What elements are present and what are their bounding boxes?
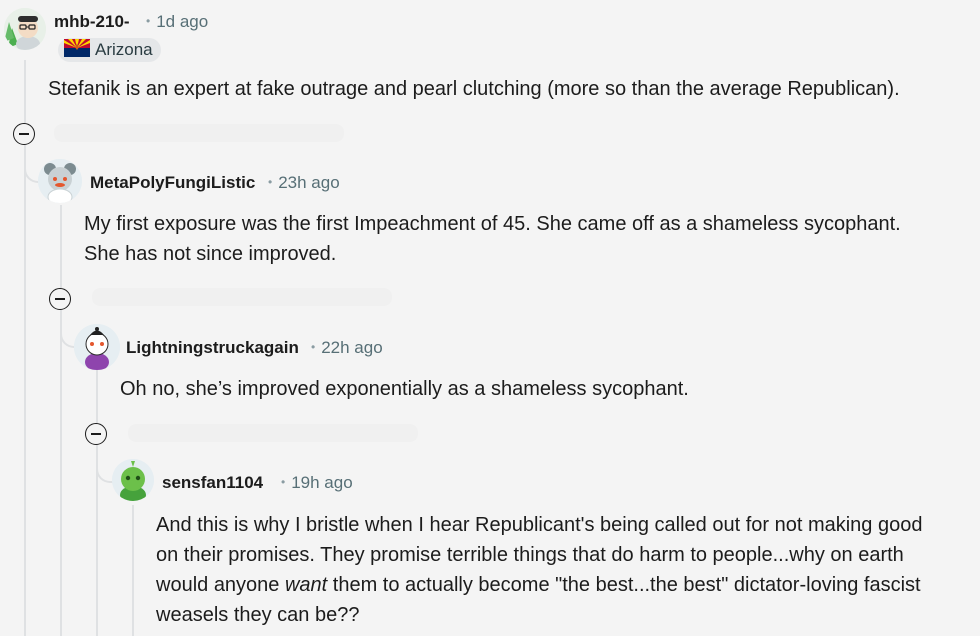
thread-line-level-2[interactable] — [96, 370, 98, 636]
comment-timestamp[interactable]: • 19h ago — [281, 473, 353, 493]
flair-label: Arizona — [95, 40, 153, 59]
comment-timestamp[interactable]: • 23h ago — [268, 173, 340, 193]
avatar[interactable] — [4, 8, 46, 50]
separator-dot: • — [268, 175, 273, 189]
comment-username[interactable]: MetaPolyFungiListic — [90, 173, 255, 193]
minus-circle-icon — [91, 433, 101, 435]
user-flair: Arizona — [58, 38, 161, 62]
faded-action-bar — [92, 288, 392, 306]
comment-timestamp[interactable]: • 22h ago — [311, 338, 383, 358]
faded-action-bar — [54, 124, 344, 142]
thread-line-level-1[interactable] — [60, 205, 62, 636]
avatar[interactable] — [74, 324, 120, 370]
separator-dot: • — [311, 340, 316, 354]
comment-body-line: And this is why I bristle when I hear Re… — [156, 514, 923, 536]
minus-circle-icon — [55, 298, 65, 300]
comment-body: My first exposure was the first Impeachm… — [84, 209, 974, 269]
comment-body: And this is why I bristle when I hear Re… — [156, 510, 976, 630]
comment-body: Oh no, she’s improved exponentially as a… — [120, 378, 689, 400]
thread-line-level-0[interactable] — [24, 60, 26, 636]
comment-username[interactable]: mhb-210- — [54, 12, 130, 32]
comment-body: Stefanik is an expert at fake outrage an… — [48, 78, 900, 100]
collapse-thread-button[interactable] — [49, 288, 71, 310]
thread-line-level-3[interactable] — [132, 505, 134, 636]
comment-body-line: weasels they can be?? — [156, 604, 360, 626]
comment-timestamp[interactable]: • 1d ago — [146, 12, 208, 32]
arizona-flag-icon — [64, 38, 90, 62]
faded-action-bar — [128, 424, 418, 442]
collapse-thread-button[interactable] — [13, 123, 35, 145]
separator-dot: • — [281, 475, 286, 489]
comment-username[interactable]: Lightningstruckagain — [126, 338, 299, 358]
minus-circle-icon — [19, 133, 29, 135]
comment-body-line: She has not since improved. — [84, 243, 337, 265]
avatar[interactable] — [38, 159, 82, 203]
separator-dot: • — [146, 14, 151, 28]
comment-body-line: on their promises. They promise terrible… — [156, 544, 904, 566]
emphasis: want — [284, 574, 328, 596]
avatar[interactable] — [112, 459, 154, 501]
collapse-thread-button[interactable] — [85, 423, 107, 445]
comment-body-line: My first exposure was the first Impeachm… — [84, 213, 901, 235]
comment-username[interactable]: sensfan1104 — [162, 473, 263, 493]
comment-body-line: would anyone want them to actually becom… — [156, 574, 921, 596]
